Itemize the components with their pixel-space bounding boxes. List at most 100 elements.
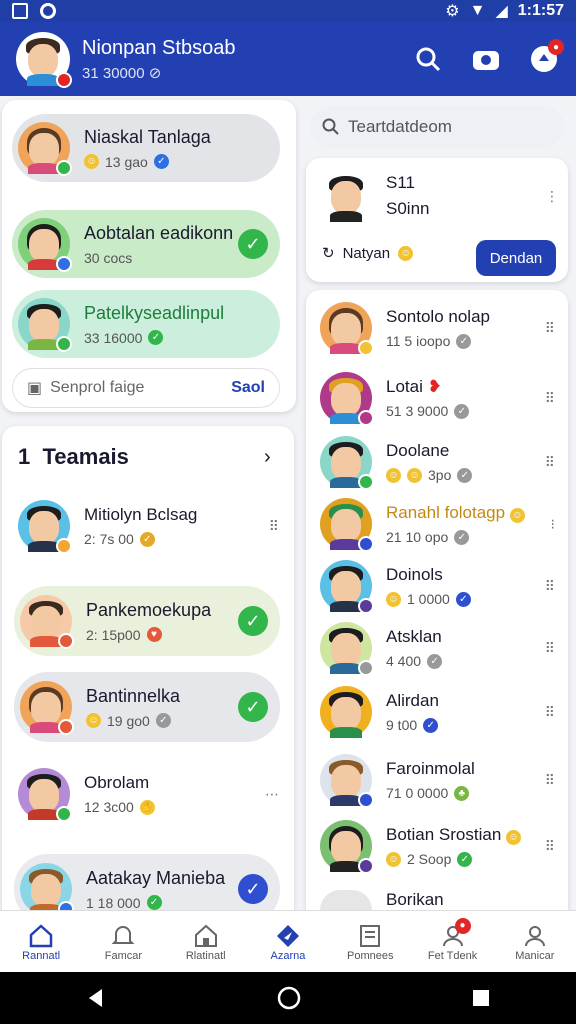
person-item[interactable]: Doinols ☺ 1 0000 ✓ ⠿	[320, 560, 556, 614]
person-item[interactable]: Atsklan 4 400 ✓ ⠿	[320, 622, 556, 676]
check-icon[interactable]: ✓	[238, 606, 268, 636]
avatar	[320, 372, 374, 426]
save-button[interactable]: Saol	[231, 379, 265, 397]
more-icon[interactable]: ⠿	[545, 454, 556, 471]
avatar	[320, 560, 374, 614]
grip-icon[interactable]: ⁝	[551, 516, 556, 533]
person-item[interactable]: Lotai ❥ 51 3 9000 ✓ ⠿	[320, 372, 556, 426]
profile-avatar[interactable]	[16, 32, 72, 88]
contact-card-header: S11 S0inn ⋮	[320, 170, 560, 222]
more-icon[interactable]: ⠿	[545, 772, 556, 789]
notification-badge: ●	[548, 39, 564, 55]
avatar	[20, 863, 74, 917]
favorite-item[interactable]: Niaskal Tanlaga ☺ 13 gao ✓	[12, 114, 280, 182]
sync-icon	[40, 3, 56, 19]
favorite-name: Aobtalan eadikonn	[84, 222, 234, 243]
drag-handle-icon[interactable]: ⠿	[269, 518, 280, 535]
profile-name: Nionpan Stbsoab	[82, 36, 236, 59]
system-navigation	[0, 972, 576, 1024]
team-item[interactable]: Pankemoekupa 2: 15p00 ♥ ✓	[14, 586, 280, 656]
team-item[interactable]: Bantinnelka ☺ 19 go0 ✓ ✓	[14, 672, 280, 742]
avatar	[320, 170, 372, 222]
team-item[interactable]: Mitiolyn Bclsag 2: 7s 00 ✓ ⠿	[18, 500, 280, 554]
more-vert-icon[interactable]: ⋮	[545, 188, 560, 205]
person-item[interactable]: Alirdan 9 t00 ✓ ⠿	[320, 686, 556, 738]
person-icon	[521, 922, 549, 950]
signal-icon: ◢	[495, 3, 508, 20]
person-item[interactable]: Ranahl folotagp ☺ 21 10 opo ✓ ⁝	[320, 498, 556, 552]
refresh-icon: ↻	[322, 245, 335, 262]
gallery-icon	[12, 3, 28, 19]
recents-icon[interactable]	[471, 988, 491, 1008]
more-icon[interactable]: ⠿	[545, 320, 556, 337]
bottom-navigation: Rannatl Famcar Rlatinatl Azarna Pomnees …	[0, 910, 576, 972]
lock-icon: ▣	[27, 380, 43, 397]
favorite-name: Patelkyseadlinpul	[84, 302, 225, 323]
nav-notifications[interactable]: Famcar	[82, 911, 164, 972]
contact-status: ↻ Natyan ☺	[322, 244, 414, 262]
nav-places[interactable]: Rlatinatl	[165, 911, 247, 972]
wifi-icon: ▼	[469, 2, 486, 19]
chevron-right-icon[interactable]: ›	[264, 446, 271, 469]
notifications-icon[interactable]: ●	[528, 39, 564, 75]
check-icon[interactable]: ✓	[238, 692, 268, 722]
more-icon[interactable]: ⋯	[265, 786, 280, 803]
avatar	[320, 436, 374, 490]
alarm-icon: ⚙	[445, 3, 460, 20]
person-item[interactable]: Borikan	[320, 890, 556, 910]
avatar	[320, 622, 374, 676]
avatar	[320, 754, 374, 808]
primary-button[interactable]: Dendan	[476, 240, 556, 276]
nav-groups[interactable]: ● Fet Tdenk	[411, 911, 493, 972]
status-time: 1:1:57	[517, 2, 564, 19]
more-icon[interactable]: ⠿	[545, 704, 556, 721]
avatar	[18, 500, 72, 554]
avatar	[320, 498, 374, 552]
avatar	[20, 595, 74, 649]
app-bar: Nionpan Stbsoab 31 30000 ⊘ ●	[0, 22, 576, 96]
team-item[interactable]: Obrolam 12 3c00 ✋ ⋯	[18, 768, 280, 822]
avatar	[18, 298, 72, 352]
favorite-item[interactable]: Patelkyseadlinpul 33 16000 ✓	[12, 290, 280, 358]
camera-icon[interactable]	[470, 43, 502, 75]
home-circle-icon[interactable]	[277, 986, 301, 1010]
compass-icon	[274, 922, 302, 950]
nav-explore[interactable]: Azarna	[247, 911, 329, 972]
avatar	[320, 890, 372, 910]
avatar	[320, 302, 374, 356]
check-icon[interactable]: ✓	[238, 229, 268, 259]
nav-profile[interactable]: Manicar	[494, 911, 576, 972]
avatar	[18, 768, 72, 822]
teams-heading: 1 Teamais	[18, 444, 129, 469]
group-name-input[interactable]: ▣ Senprol faige Saol	[12, 368, 280, 408]
back-icon[interactable]	[85, 987, 107, 1009]
avatar	[20, 681, 74, 735]
more-icon[interactable]: ⠿	[545, 838, 556, 855]
people-icon: ●	[439, 917, 471, 950]
more-icon[interactable]: ⠿	[545, 390, 556, 407]
search-icon	[322, 118, 339, 135]
nav-home[interactable]: Rannatl	[0, 911, 82, 972]
person-item[interactable]: Doolane ☺ ☺ 3po ✓ ⠿	[320, 436, 556, 490]
favorite-name: Niaskal Tanlaga	[84, 126, 211, 147]
more-icon[interactable]: ⠿	[545, 578, 556, 595]
search-icon[interactable]	[412, 43, 444, 75]
person-item[interactable]: Sontolo nolap 11 5 ioopo ✓ ⠿	[320, 302, 556, 356]
bell-icon	[109, 922, 137, 950]
favorite-item[interactable]: Aobtalan eadikonn 30 cocs ✓	[12, 210, 280, 278]
nav-badge: ●	[454, 917, 471, 934]
avatar	[18, 122, 72, 176]
check-icon[interactable]: ✓	[238, 874, 268, 904]
person-item[interactable]: Botian Srostian ☺ ☺ 2 Soop ✓ ⠿	[320, 820, 556, 874]
home-icon	[27, 922, 55, 950]
profile-sub: 31 30000 ⊘	[82, 64, 162, 82]
house-icon	[192, 922, 220, 950]
status-bar: ⚙ ▼ ◢ 1:1:57	[0, 0, 576, 22]
person-item[interactable]: Faroinmolal 71 0 0000 ♣ ⠿	[320, 754, 556, 808]
document-icon	[356, 922, 384, 950]
search-input[interactable]: Teartdatdeom	[310, 106, 564, 148]
avatar	[18, 218, 72, 272]
more-icon[interactable]: ⠿	[545, 640, 556, 657]
avatar	[320, 686, 372, 738]
nav-documents[interactable]: Pomnees	[329, 911, 411, 972]
